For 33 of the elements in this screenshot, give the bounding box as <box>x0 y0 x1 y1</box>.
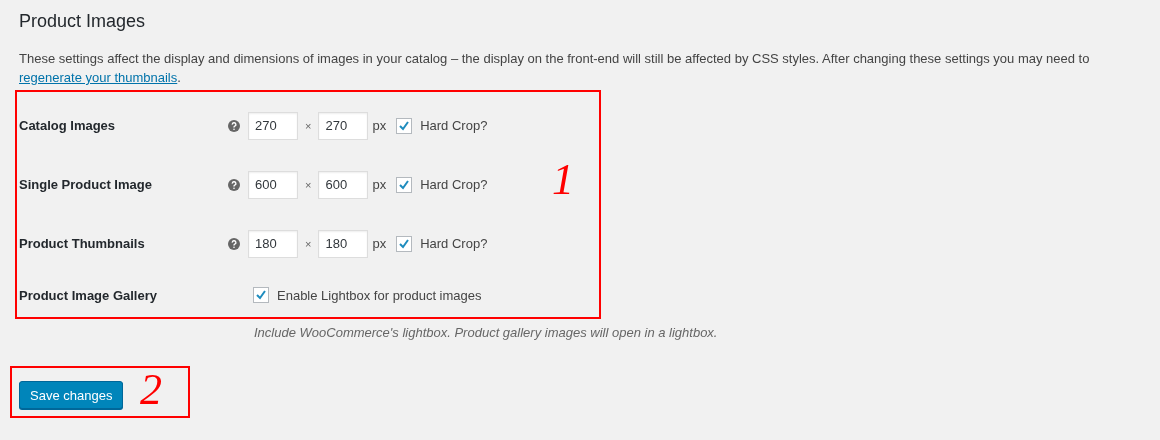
width-input[interactable]: 600 <box>248 170 298 199</box>
description-text: These settings affect the display and dimensions of images in your catalog – the display on the front-end will still be affected by CSS styles. After changing these settings you may need to regenerate your thumbnails. <box>19 50 1091 87</box>
help-icon[interactable] <box>228 119 240 132</box>
times-sign: × <box>305 237 312 250</box>
width-input[interactable]: 270 <box>248 111 298 140</box>
checkbox-label: Hard Crop? <box>420 177 488 192</box>
height-input[interactable]: 600 <box>318 170 369 199</box>
checkbox[interactable] <box>396 117 413 134</box>
help-icon[interactable] <box>228 237 240 250</box>
annotation-number: 1 <box>552 154 574 205</box>
setting-label: Product Image Gallery <box>19 287 158 303</box>
unit-label: px <box>372 177 387 192</box>
checkbox[interactable] <box>253 287 269 303</box>
checkbox-label: Hard Crop? <box>420 118 488 133</box>
save-button[interactable]: Save changes <box>19 381 124 409</box>
setting-label: Product Thumbnails <box>19 236 146 251</box>
hint-text: Include WooCommerce's lightbox. Product gallery images will open in a lightbox. <box>254 325 719 340</box>
checkbox-label: Enable Lightbox for product images <box>277 287 482 303</box>
help-icon[interactable] <box>228 178 240 191</box>
setting-label: Single Product Image <box>19 177 153 192</box>
unit-label: px <box>372 236 387 251</box>
unit-label: px <box>372 118 387 133</box>
annotation-number: 2 <box>140 364 162 415</box>
checkbox[interactable] <box>396 176 413 193</box>
checkbox[interactable] <box>396 235 413 252</box>
width-input[interactable]: 180 <box>248 229 298 258</box>
height-input[interactable]: 180 <box>318 229 369 258</box>
times-sign: × <box>305 119 312 132</box>
setting-label: Catalog Images <box>19 118 117 133</box>
checkbox-label: Hard Crop? <box>420 236 488 251</box>
times-sign: × <box>305 178 312 191</box>
height-input[interactable]: 270 <box>318 111 369 140</box>
section-heading: Product Images <box>19 11 147 32</box>
